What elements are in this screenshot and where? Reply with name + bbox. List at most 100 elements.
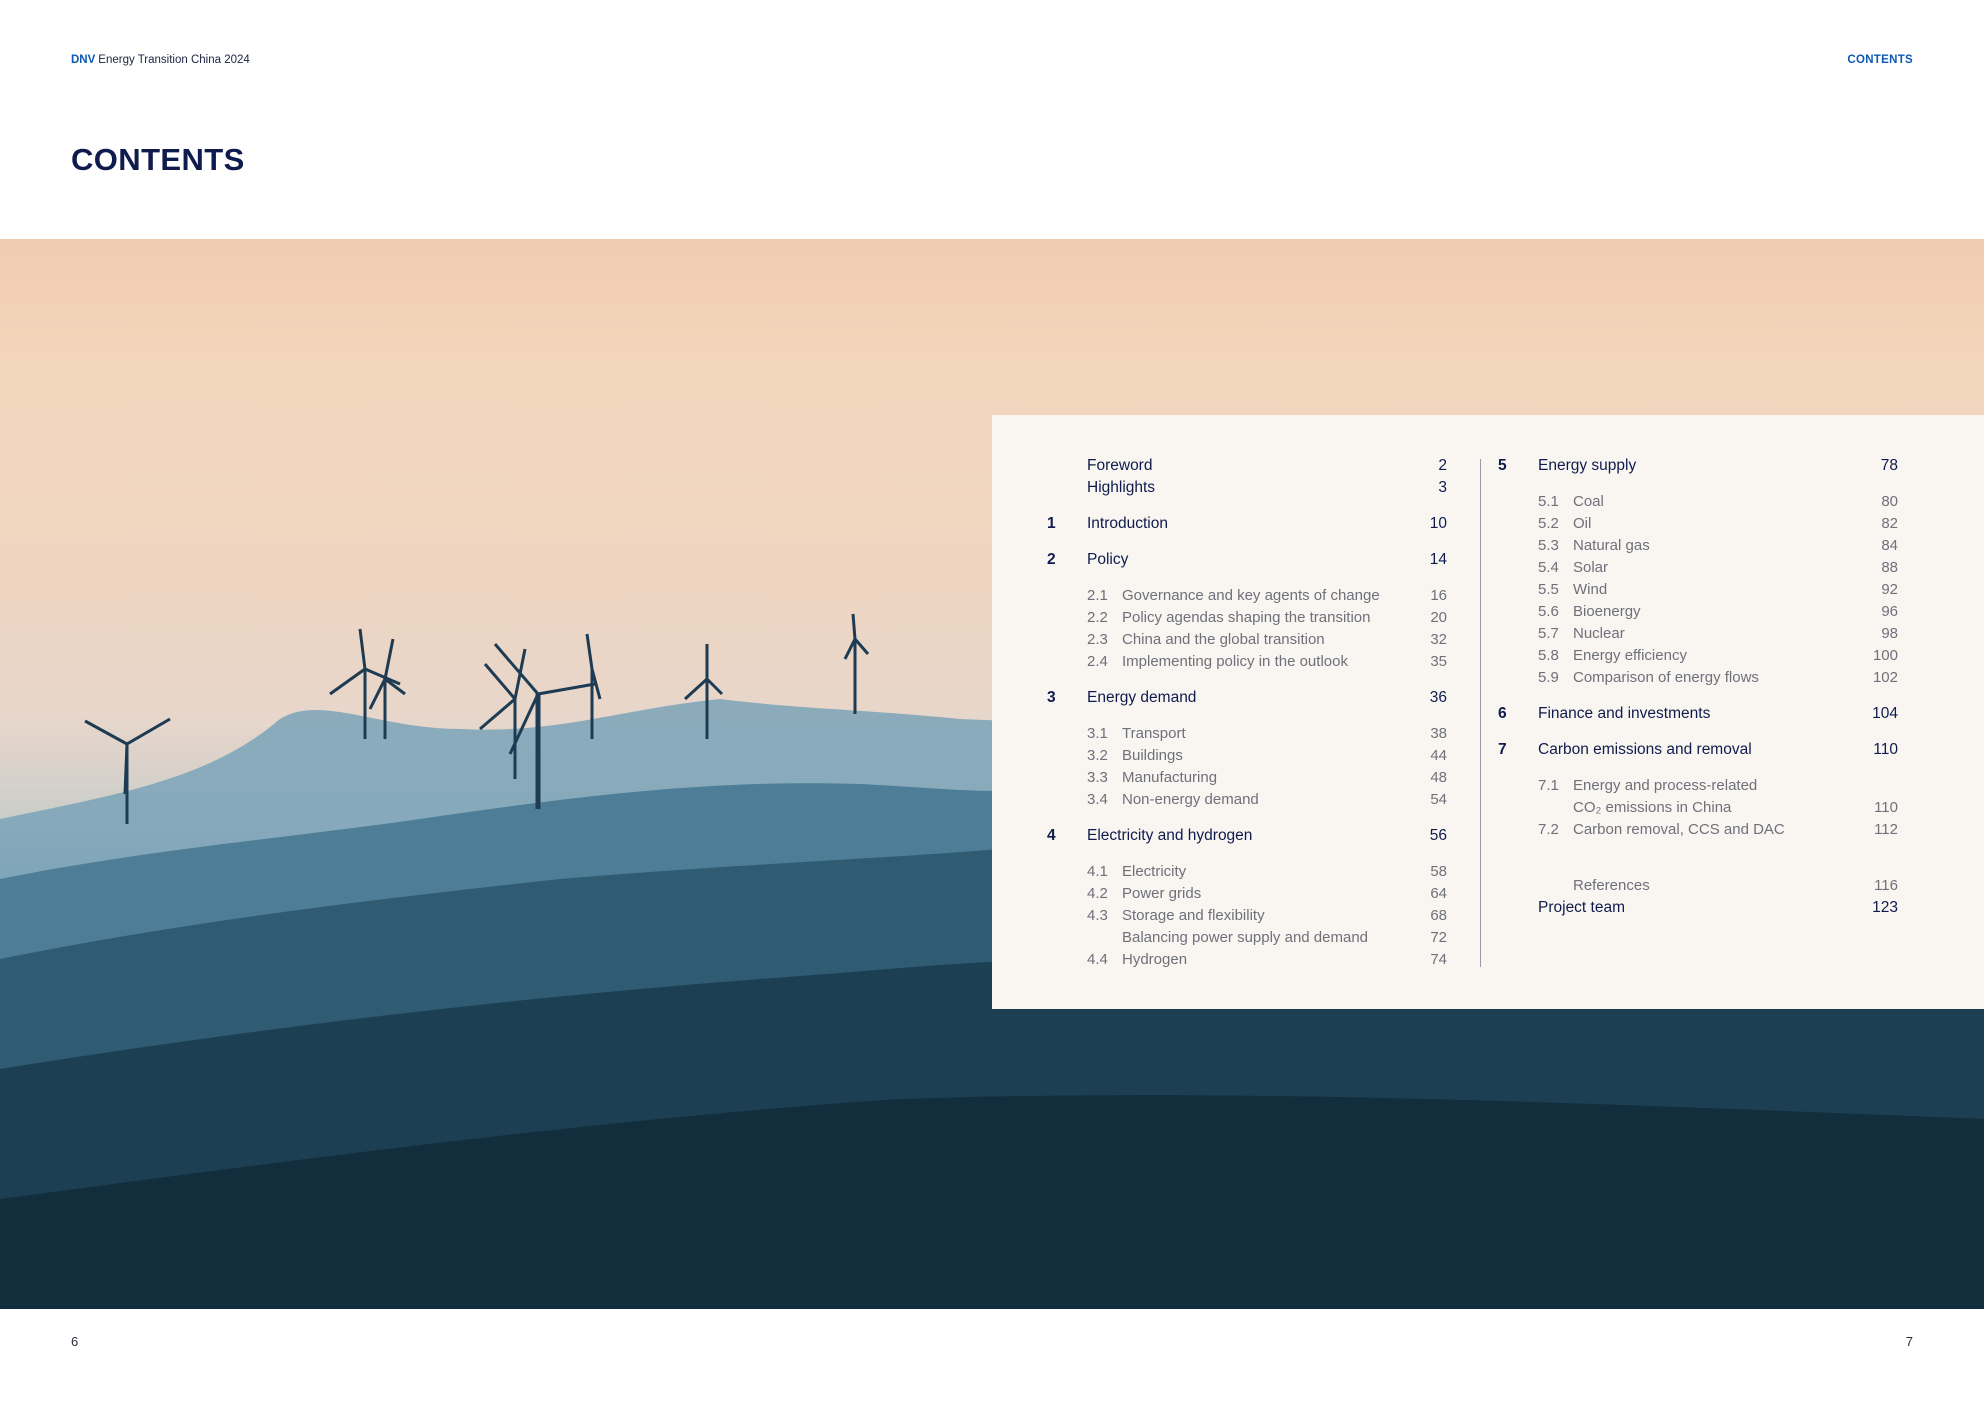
toc-entry-title: Solar (1573, 559, 1609, 576)
toc-entry-page: 38 (1430, 725, 1447, 742)
toc-entry-page: 110 (1874, 799, 1898, 816)
toc-subsection-entry[interactable]: 5.3 Natural gas 84 (1498, 535, 1898, 557)
toc-subsection-entry[interactable]: 2.3 China and the global transition 32 (1047, 629, 1447, 651)
toc-entry-title: Manufacturing (1122, 769, 1218, 786)
toc-entry-title: Energy efficiency (1573, 647, 1687, 664)
toc-entry-number: 6 (1498, 705, 1507, 722)
toc-entry-title: Wind (1573, 581, 1608, 598)
toc-subsection-entry[interactable]: 5.6 Bioenergy 96 (1498, 601, 1898, 623)
toc-section-entry[interactable]: Project team 123 (1498, 897, 1898, 919)
toc-entry-page: 80 (1881, 493, 1898, 510)
toc-subsection-entry[interactable]: 3.2 Buildings 44 (1047, 745, 1447, 767)
toc-subsection-entry[interactable]: 4.3 Storage and flexibility 68 (1047, 905, 1447, 927)
toc-entry-page: 98 (1881, 625, 1898, 642)
section-label[interactable]: CONTENTS (1847, 54, 1913, 66)
toc-entry-number: 3 (1047, 689, 1056, 706)
toc-entry-page: 44 (1430, 747, 1447, 764)
toc-entry-title: Highlights (1087, 479, 1156, 496)
toc-entry-number: 4.2 (1087, 885, 1108, 902)
table-of-contents: Foreword 2 Highlights 3 1 Introduction 10 2 Poli… (992, 415, 1984, 1009)
toc-entry-page: 72 (1430, 929, 1447, 946)
toc-entry-title: Balancing power supply and demand (1122, 929, 1368, 946)
toc-entry-number: 5.1 (1538, 493, 1559, 510)
toc-subsection-entry[interactable]: 5.4 Solar 88 (1498, 557, 1898, 579)
toc-entry-number: 4.1 (1087, 863, 1108, 880)
toc-entry-page: 123 (1872, 899, 1898, 916)
toc-entry-page: 64 (1430, 885, 1447, 902)
toc-entry-page: 35 (1430, 653, 1447, 670)
toc-subsection-entry[interactable]: 5.9 Comparison of energy flows 102 (1498, 667, 1898, 689)
toc-entry-page: 92 (1881, 581, 1898, 598)
toc-entry-number: 7.1 (1538, 777, 1559, 794)
toc-subsection-entry[interactable]: 2.4 Implementing policy in the outlook 35 (1047, 651, 1447, 673)
toc-entry-page: 88 (1881, 559, 1898, 576)
toc-subsection-entry[interactable]: 5.7 Nuclear 98 (1498, 623, 1898, 645)
toc-entry-title: Implementing policy in the outlook (1122, 653, 1348, 670)
toc-subsection-entry[interactable]: 5.1 Coal 80 (1498, 491, 1898, 513)
toc-section-entry[interactable]: 4 Electricity and hydrogen 56 (1047, 825, 1447, 847)
toc-entry-title: Energy demand (1087, 689, 1197, 706)
toc-entry-page: 104 (1872, 705, 1898, 722)
toc-entry-title: Policy (1087, 551, 1129, 568)
toc-entry-number: 2.4 (1087, 653, 1108, 670)
toc-subsection-entry[interactable]: 2.2 Policy agendas shaping the transition… (1047, 607, 1447, 629)
toc-entry-title: Storage and flexibility (1122, 907, 1265, 924)
toc-subsection-entry[interactable]: 7.1 Energy and process-related (1498, 775, 1898, 797)
toc-section-entry[interactable]: 7 Carbon emissions and removal 110 (1498, 739, 1898, 761)
toc-subsection-entry[interactable]: 7.2 Carbon removal, CCS and DAC 112 (1498, 819, 1898, 841)
toc-entry-title: Energy and process-related (1573, 777, 1758, 794)
toc-subsection-entry[interactable]: 3.1 Transport 38 (1047, 723, 1447, 745)
toc-subsection-entry[interactable]: CO₂ emissions in China 110 (1498, 797, 1898, 819)
toc-entry-page: 84 (1881, 537, 1898, 554)
toc-entry-title: Power grids (1122, 885, 1202, 902)
toc-section-entry[interactable]: 6 Finance and investments 104 (1498, 703, 1898, 725)
toc-section-entry[interactable]: 2 Policy 14 (1047, 549, 1447, 571)
toc-entry-title: Policy agendas shaping the transition (1122, 609, 1371, 626)
toc-entry-number: 4 (1047, 827, 1056, 844)
toc-entry-page: 32 (1430, 631, 1447, 648)
toc-entry-number: 4.4 (1087, 951, 1108, 968)
toc-entry-title: Hydrogen (1122, 951, 1188, 968)
toc-entry-page: 110 (1873, 741, 1898, 758)
toc-entry-page: 2 (1438, 457, 1447, 474)
toc-entry-page: 20 (1430, 609, 1447, 626)
toc-section-entry[interactable]: 3 Energy demand 36 (1047, 687, 1447, 709)
toc-entry-number: 5.4 (1538, 559, 1559, 576)
publication-title: Energy Transition China 2024 (98, 54, 250, 66)
toc-entry-number: 5.5 (1538, 581, 1559, 598)
toc-entry-title: Comparison of energy flows (1573, 669, 1759, 686)
toc-section-entry[interactable]: 5 Energy supply 78 (1498, 455, 1898, 477)
toc-entry-number: 7.2 (1538, 821, 1559, 838)
toc-entry-page: 112 (1874, 821, 1898, 838)
toc-column-divider (1480, 459, 1481, 967)
toc-entry-page: 10 (1429, 515, 1447, 532)
toc-section-entry[interactable]: Highlights 3 (1047, 477, 1447, 499)
toc-entry-number: 7 (1498, 741, 1507, 758)
toc-subsection-entry[interactable]: 2.1 Governance and key agents of change 16 (1047, 585, 1447, 607)
toc-subsection-entry[interactable]: 5.8 Energy efficiency 100 (1498, 645, 1898, 667)
toc-section-entry[interactable]: Foreword 2 (1047, 455, 1447, 477)
toc-entry-number: 2.3 (1087, 631, 1108, 648)
toc-entry-title: Buildings (1122, 747, 1183, 764)
toc-subsection-entry[interactable]: 4.2 Power grids 64 (1047, 883, 1447, 905)
page-number-right: 7 (1905, 1334, 1913, 1349)
toc-subsection-entry[interactable]: 5.5 Wind 92 (1498, 579, 1898, 601)
toc-entry-number: 3.4 (1087, 791, 1108, 808)
dnv-logo-text: DNV (71, 54, 96, 66)
toc-entry-title: Carbon removal, CCS and DAC (1573, 821, 1785, 838)
toc-subsection-entry[interactable]: References 116 (1498, 875, 1898, 897)
toc-entry-title: Transport (1122, 725, 1186, 742)
toc-subsection-entry[interactable]: 4.1 Electricity 58 (1047, 861, 1447, 883)
toc-subsection-entry[interactable]: 3.4 Non-energy demand 54 (1047, 789, 1447, 811)
toc-subsection-entry[interactable]: 5.2 Oil 82 (1498, 513, 1898, 535)
page-number-left: 6 (71, 1334, 79, 1349)
toc-entry-number: 1 (1047, 515, 1056, 532)
toc-subsection-entry[interactable]: 4.4 Hydrogen 74 (1047, 949, 1447, 971)
toc-entry-page: 36 (1429, 689, 1447, 706)
toc-subsection-entry[interactable]: Balancing power supply and demand 72 (1047, 927, 1447, 949)
toc-subsection-entry[interactable]: 3.3 Manufacturing 48 (1047, 767, 1447, 789)
toc-entry-title: China and the global transition (1122, 631, 1325, 648)
toc-section-entry[interactable]: 1 Introduction 10 (1047, 513, 1447, 535)
toc-entry-title: Coal (1573, 493, 1604, 510)
toc-entry-number: 2 (1047, 551, 1056, 568)
